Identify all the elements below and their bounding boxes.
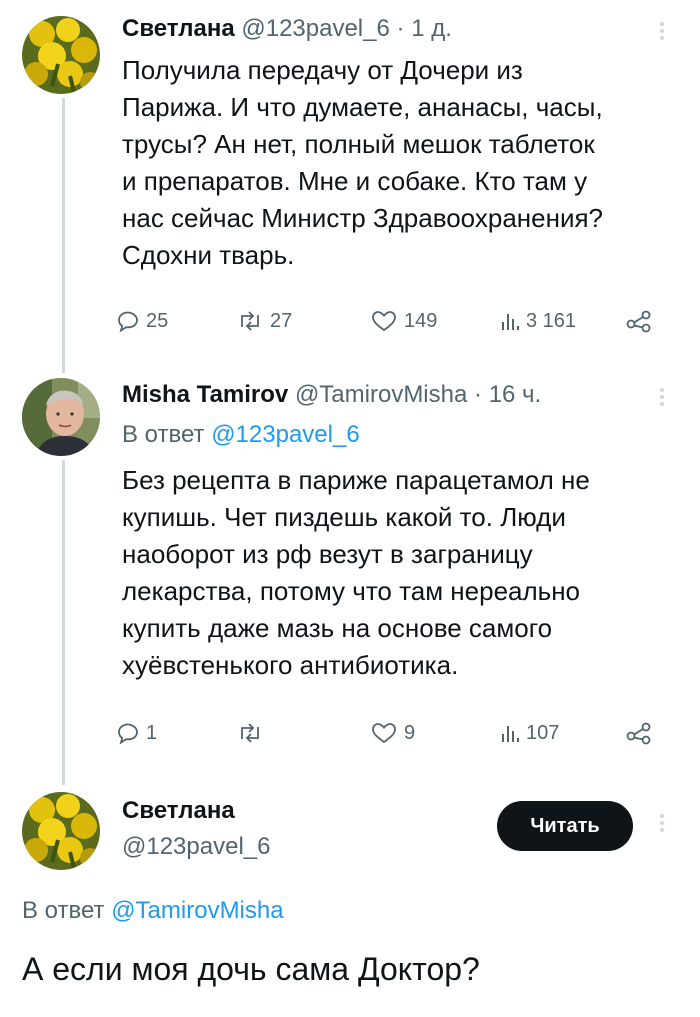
retweet-button[interactable]: 27 <box>236 306 292 336</box>
avatar[interactable] <box>22 16 100 94</box>
more-vertical-icon[interactable] <box>658 22 666 43</box>
views-button[interactable]: 107 <box>500 718 559 748</box>
author-name[interactable]: Светлана <box>122 797 235 824</box>
reply-handle-link[interactable]: @123pavel_6 <box>211 421 359 448</box>
heart-icon <box>372 311 396 332</box>
retweet-count: 27 <box>270 309 293 332</box>
retweet-icon <box>241 723 259 743</box>
man-portrait-avatar-image <box>22 378 100 456</box>
share-icon <box>626 310 651 333</box>
reply-handle-link[interactable]: @TamirovMisha <box>111 897 283 924</box>
reply-count: 1 <box>146 721 158 744</box>
tweet-text: А если моя дочь сама Доктор? <box>22 951 480 987</box>
reply-prefix: В ответ <box>122 421 205 448</box>
more-vertical-icon[interactable] <box>658 814 666 835</box>
reply-button[interactable]: 1 <box>116 718 157 748</box>
like-button[interactable]: 149 <box>370 306 437 336</box>
reply-button[interactable]: 25 <box>116 306 168 336</box>
tweet-actions: 25 27 149 3 161 <box>116 306 660 336</box>
author-handle[interactable]: @TamirovMisha <box>295 381 467 408</box>
tweet-header: Светлана @123pavel_6 · 1 д. <box>122 14 452 44</box>
avatar[interactable] <box>22 792 100 870</box>
yellow-flowers-avatar-image <box>22 792 100 870</box>
separator: · <box>396 15 405 42</box>
more-vertical-icon[interactable] <box>658 388 666 409</box>
comment-bubble-icon <box>118 723 138 745</box>
views-count: 3 161 <box>526 309 577 332</box>
read-button[interactable]: Читать <box>497 801 633 851</box>
separator: · <box>474 381 483 408</box>
avatar[interactable] <box>22 378 100 456</box>
bar-chart-icon <box>502 726 519 742</box>
share-button[interactable] <box>626 306 652 336</box>
reply-prefix: В ответ <box>22 897 105 924</box>
author-name-block: Светлана <box>122 796 235 826</box>
like-count: 149 <box>404 309 438 332</box>
tweet-text: Без рецепта в париже парацетамол не купи… <box>122 465 590 680</box>
heart-icon <box>372 723 396 744</box>
tweet-header: Misha Tamirov @TamirovMisha · 16 ч. <box>122 380 541 410</box>
views-count: 107 <box>526 721 560 744</box>
tweet-actions: 1 9 107 <box>116 718 660 748</box>
like-button[interactable]: 9 <box>370 718 415 748</box>
bar-chart-icon <box>502 314 519 330</box>
timestamp[interactable]: 1 д. <box>411 15 452 42</box>
author-handle-block: @123pavel_6 <box>122 832 270 862</box>
reply-context: В ответ @123pavel_6 <box>122 420 360 450</box>
author-handle[interactable]: @123pavel_6 <box>241 15 389 42</box>
thread-line <box>62 98 65 373</box>
author-name[interactable]: Misha Tamirov <box>122 381 288 408</box>
share-button[interactable] <box>626 718 652 748</box>
yellow-flowers-avatar-image <box>22 16 100 94</box>
like-count: 9 <box>404 721 416 744</box>
timestamp[interactable]: 16 ч. <box>489 381 542 408</box>
author-handle[interactable]: @123pavel_6 <box>122 833 270 860</box>
thread-line <box>62 460 65 785</box>
views-button[interactable]: 3 161 <box>500 306 576 336</box>
reply-count: 25 <box>146 309 169 332</box>
tweet-text: Получила передачу от Дочери из Парижа. И… <box>122 55 604 270</box>
retweet-button[interactable] <box>236 718 270 748</box>
share-icon <box>626 722 651 745</box>
author-name[interactable]: Светлана <box>122 15 235 42</box>
comment-bubble-icon <box>118 311 138 333</box>
retweet-icon <box>241 311 259 331</box>
reply-context: В ответ @TamirovMisha <box>22 896 284 926</box>
